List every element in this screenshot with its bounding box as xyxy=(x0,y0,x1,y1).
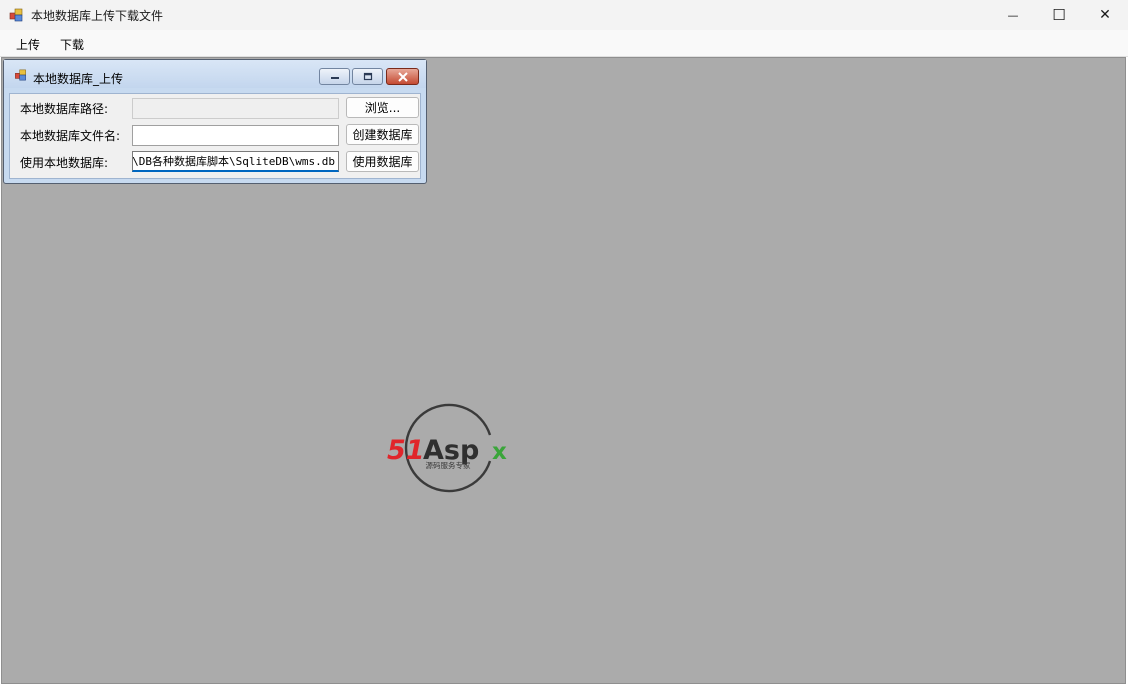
menu-bar: 上传 下载 xyxy=(0,30,1128,57)
watermark-tagline: 源码服务专家 xyxy=(426,460,471,470)
minimize-icon: — xyxy=(1007,8,1019,22)
use-db-field-text: t\DB各种数据库脚本\SqliteDB\wms.db xyxy=(132,155,335,168)
use-db-button[interactable]: 使用数据库 xyxy=(346,151,419,172)
db-filename-field[interactable] xyxy=(132,125,339,146)
use-db-label: 使用本地数据库: xyxy=(20,156,109,170)
watermark-brand-51: 51 xyxy=(387,435,425,466)
db-path-field[interactable] xyxy=(132,98,339,119)
db-filename-label: 本地数据库文件名: xyxy=(20,129,121,143)
minimize-icon xyxy=(330,76,339,79)
title-bar: 本地数据库上传下载文件 — ☐ ✕ xyxy=(0,0,1128,30)
child-window-title: 本地数据库_上传 xyxy=(33,72,124,86)
close-icon: ✕ xyxy=(1099,7,1111,23)
child-window-upload[interactable]: 本地数据库_上传 本地数据库路径: 浏览... 本地数据库文件名: 创建数据库 … xyxy=(3,59,427,184)
maximize-button[interactable]: ☐ xyxy=(1036,0,1082,30)
create-db-button[interactable]: 创建数据库 xyxy=(346,124,419,145)
use-db-field[interactable]: t\DB各种数据库脚本\SqliteDB\wms.db xyxy=(132,151,339,172)
close-button[interactable]: ✕ xyxy=(1082,0,1128,30)
app-icon xyxy=(9,8,23,22)
child-app-icon xyxy=(15,69,26,81)
menu-item-upload[interactable]: 上传 xyxy=(16,36,40,53)
close-icon xyxy=(397,71,408,82)
child-title-bar[interactable]: 本地数据库_上传 xyxy=(4,60,426,88)
watermark-logo: 51 Asp x 源码服务专家 xyxy=(387,403,507,493)
child-close-button[interactable] xyxy=(386,68,419,85)
minimize-button[interactable]: — xyxy=(990,0,1036,30)
menu-item-download[interactable]: 下载 xyxy=(60,36,84,53)
child-restore-button[interactable] xyxy=(352,68,383,85)
browse-button[interactable]: 浏览... xyxy=(346,97,419,118)
watermark-brand-x: x xyxy=(492,439,507,465)
maximize-icon: ☐ xyxy=(1052,6,1066,24)
db-path-label: 本地数据库路径: xyxy=(20,102,109,116)
child-minimize-button[interactable] xyxy=(319,68,350,85)
window-title: 本地数据库上传下载文件 xyxy=(31,9,164,23)
child-form-body: 本地数据库路径: 浏览... 本地数据库文件名: 创建数据库 使用本地数据库: … xyxy=(9,93,421,179)
restore-icon xyxy=(363,72,372,81)
